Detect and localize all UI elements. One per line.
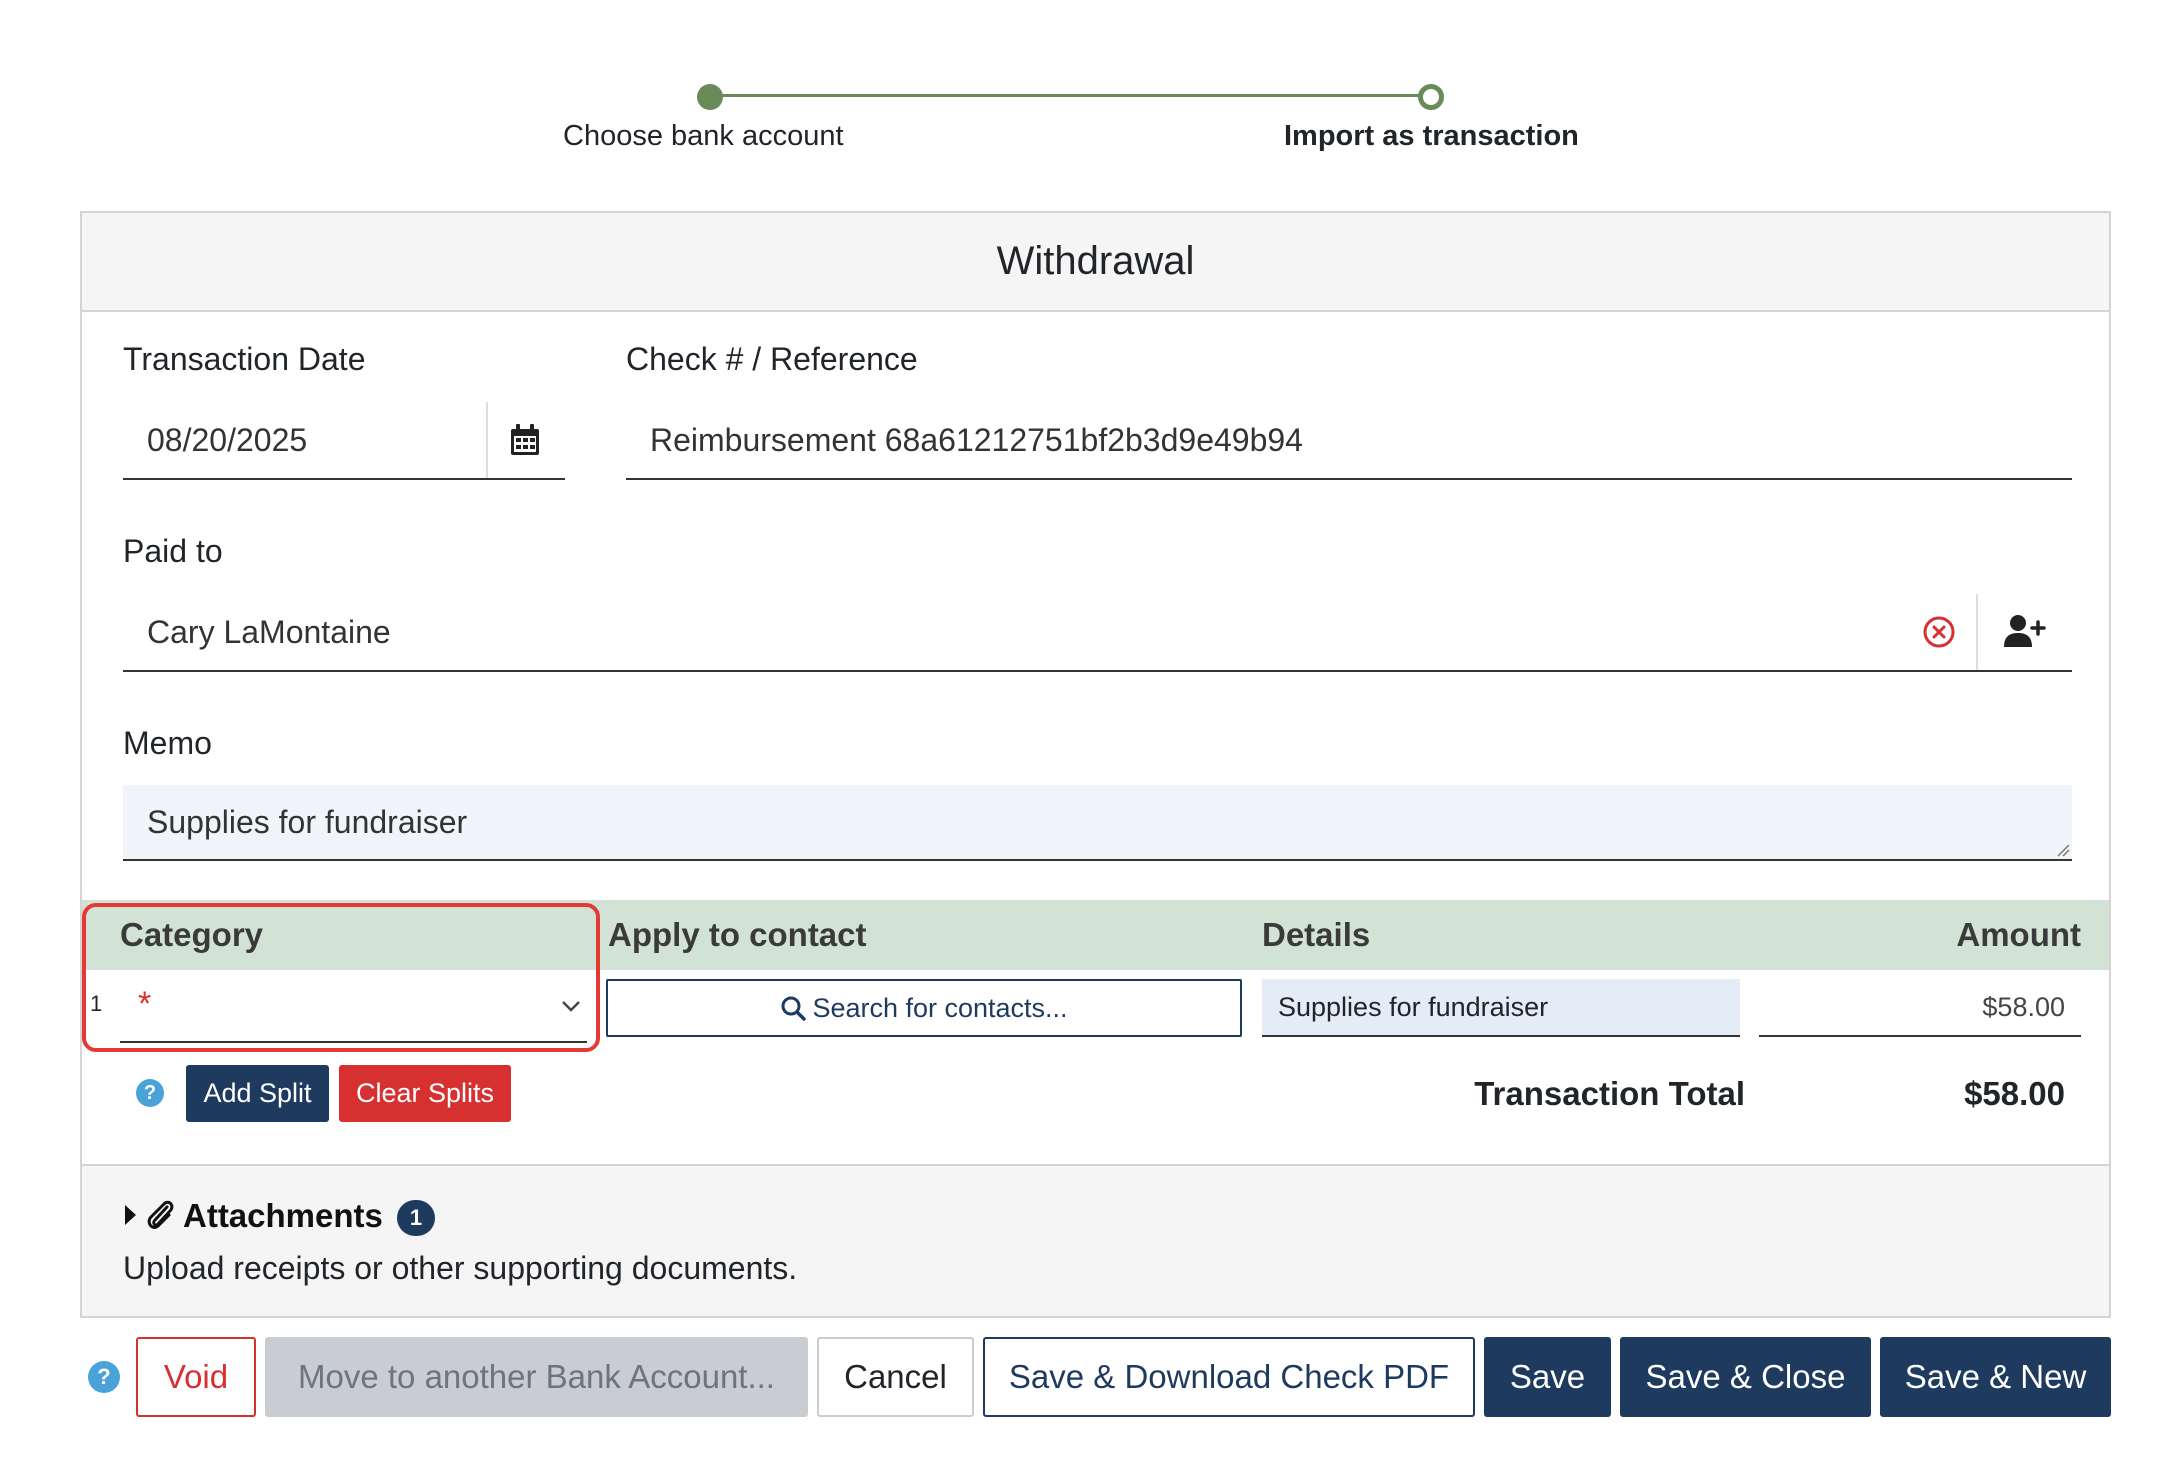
add-split-button[interactable]: Add Split <box>186 1065 329 1122</box>
paid-to-divider <box>1976 594 1978 670</box>
memo-value: Supplies for fundraiser <box>147 804 468 840</box>
step-2-current-dot <box>1418 84 1444 110</box>
resize-handle-icon[interactable] <box>2054 841 2070 857</box>
attachments-count-badge: 1 <box>397 1200 435 1236</box>
split-amount-value: $58.00 <box>1982 992 2065 1022</box>
step-1-done-dot <box>697 84 723 110</box>
paid-to-label: Paid to <box>123 533 223 569</box>
paperclip-icon <box>147 1200 174 1229</box>
stepper-line <box>722 94 1426 97</box>
category-highlight-box <box>82 903 600 1052</box>
attachments-section: Attachments 1 Upload receipts or other s… <box>82 1164 2109 1316</box>
col-details: Details <box>1262 916 1371 953</box>
col-amount: Amount <box>1956 916 2081 953</box>
reference-input[interactable]: Reimbursement 68a61212751bf2b3d9e49b94 <box>626 402 2072 480</box>
add-person-icon[interactable] <box>2004 614 2046 648</box>
clear-splits-button[interactable]: Clear Splits <box>339 1065 511 1122</box>
save-download-check-pdf-button[interactable]: Save & Download Check PDF <box>983 1337 1475 1417</box>
step-1-label: Choose bank account <box>563 120 844 152</box>
contact-search-button[interactable]: Search for contacts... <box>606 979 1242 1037</box>
form-title: Withdrawal <box>82 213 2109 312</box>
contact-search-content: Search for contacts... <box>608 981 1240 1035</box>
calendar-icon[interactable] <box>510 424 540 456</box>
step-2-label: Import as transaction <box>1284 120 1579 152</box>
transaction-total-label: Transaction Total <box>1474 1075 1745 1112</box>
reference-label: Check # / Reference <box>626 341 918 377</box>
split-amount-input[interactable]: $58.00 <box>1759 979 2081 1037</box>
cancel-button[interactable]: Cancel <box>817 1337 974 1417</box>
contact-search-placeholder: Search for contacts... <box>812 993 1068 1023</box>
transaction-total-value: $58.00 <box>1964 1075 2065 1112</box>
void-button[interactable]: Void <box>136 1337 256 1417</box>
attachments-description: Upload receipts or other supporting docu… <box>123 1250 798 1286</box>
memo-textarea[interactable]: Supplies for fundraiser <box>123 785 2072 861</box>
paid-to-input[interactable]: Cary LaMontaine <box>123 594 2072 672</box>
caret-right-icon <box>125 1205 136 1225</box>
memo-label: Memo <box>123 725 212 761</box>
splits-help-icon[interactable]: ? <box>136 1079 164 1107</box>
save-new-button[interactable]: Save & New <box>1880 1337 2111 1417</box>
save-close-button[interactable]: Save & Close <box>1620 1337 1871 1417</box>
transaction-date-field[interactable]: 08/20/2025 <box>123 402 565 480</box>
col-apply-to-contact: Apply to contact <box>608 916 867 953</box>
paid-to-value: Cary LaMontaine <box>147 614 391 650</box>
attachments-title: Attachments <box>183 1197 383 1234</box>
transaction-date-label: Transaction Date <box>123 341 366 377</box>
date-field-divider <box>486 402 488 478</box>
transaction-date-value: 08/20/2025 <box>147 422 308 458</box>
split-details-input[interactable]: Supplies for fundraiser <box>1262 979 1740 1037</box>
reference-value: Reimbursement 68a61212751bf2b3d9e49b94 <box>650 422 1303 458</box>
withdrawal-form-card: Withdrawal Transaction Date 08/20/2025 C… <box>80 211 2111 1318</box>
search-icon <box>781 996 807 1021</box>
save-button[interactable]: Save <box>1484 1337 1611 1417</box>
split-details-value: Supplies for fundraiser <box>1278 992 1549 1022</box>
clear-circle-icon[interactable] <box>1923 616 1955 648</box>
footer-help-icon[interactable]: ? <box>88 1361 120 1393</box>
move-bank-account-button[interactable]: Move to another Bank Account... <box>265 1337 808 1417</box>
